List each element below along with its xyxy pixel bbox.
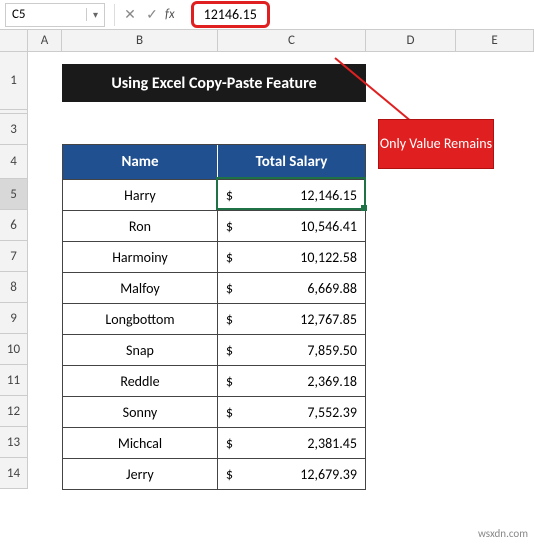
spreadsheet-grid: A B C D E 1 2 3 4 5 6 7 8 9 10 11 12 13 … — [0, 30, 534, 489]
row-header-7[interactable]: 7 — [0, 241, 27, 272]
row-headers: 1 2 3 4 5 6 7 8 9 10 11 12 13 14 — [0, 52, 28, 489]
row-header-11[interactable]: 11 — [0, 365, 27, 396]
cell-name: Ron — [63, 211, 218, 241]
row-header-10[interactable]: 10 — [0, 334, 27, 365]
enter-icon[interactable]: ✓ — [141, 6, 163, 23]
cell-name: Harmoiny — [63, 242, 218, 272]
cell-salary: $7,859.50 — [218, 335, 365, 365]
header-name: Name — [63, 145, 218, 179]
cell-salary: $12,767.85 — [218, 304, 365, 334]
data-table: Name Total Salary Harry$12,146.15 Ron$10… — [62, 144, 366, 490]
cell-salary: $12,679.39 — [218, 459, 365, 489]
cell-salary: $10,546.41 — [218, 211, 365, 241]
row-header-6[interactable]: 6 — [0, 210, 27, 241]
cell-salary: $12,146.15 — [218, 180, 365, 210]
cell-name: Michcal — [63, 428, 218, 458]
cell-name: Jerry — [63, 459, 218, 489]
cell-salary: $2,381.45 — [218, 428, 365, 458]
table-row[interactable]: Snap$7,859.50 — [63, 334, 365, 365]
formula-bar: C5 ▾ ✕ ✓ fx 12146.15 — [0, 0, 534, 30]
table-row[interactable]: Jerry$12,679.39 — [63, 458, 365, 489]
cells-area[interactable]: Using Excel Copy-Paste Feature Name Tota… — [28, 52, 534, 489]
formula-bar-value[interactable]: 12146.15 — [191, 1, 270, 28]
cell-name: Malfoy — [63, 273, 218, 303]
column-headers: A B C D E — [0, 30, 534, 52]
table-row[interactable]: Ron$10,546.41 — [63, 210, 365, 241]
cell-name: Harry — [63, 180, 218, 210]
select-all-corner[interactable] — [0, 30, 28, 51]
table-row[interactable]: Malfoy$6,669.88 — [63, 272, 365, 303]
cell-salary: $2,369.18 — [218, 366, 365, 396]
cell-salary: $6,669.88 — [218, 273, 365, 303]
fx-icon[interactable]: fx — [165, 7, 175, 22]
table-header: Name Total Salary — [63, 145, 365, 179]
header-salary: Total Salary — [218, 145, 365, 179]
cell-salary: $7,552.39 — [218, 397, 365, 427]
row-header-8[interactable]: 8 — [0, 272, 27, 303]
row-header-9[interactable]: 9 — [0, 303, 27, 334]
row-header-14[interactable]: 14 — [0, 458, 27, 489]
table-row[interactable]: Sonny$7,552.39 — [63, 396, 365, 427]
cell-name: Sonny — [63, 397, 218, 427]
col-header-B[interactable]: B — [62, 30, 218, 51]
table-row[interactable]: Michcal$2,381.45 — [63, 427, 365, 458]
cell-name: Snap — [63, 335, 218, 365]
row-header-4[interactable]: 4 — [0, 145, 27, 179]
cancel-icon[interactable]: ✕ — [119, 6, 141, 23]
name-box[interactable]: C5 ▾ — [5, 3, 105, 27]
separator — [114, 4, 115, 26]
table-row[interactable]: Harry$12,146.15 — [63, 179, 365, 210]
row-header-13[interactable]: 13 — [0, 427, 27, 458]
col-header-E[interactable]: E — [456, 30, 534, 51]
cell-name: Longbottom — [63, 304, 218, 334]
name-box-value: C5 — [6, 7, 86, 22]
row-header-5[interactable]: 5 — [0, 179, 27, 210]
title-block: Using Excel Copy-Paste Feature — [62, 64, 366, 102]
name-box-dropdown-icon[interactable]: ▾ — [86, 8, 104, 21]
row-header-12[interactable]: 12 — [0, 396, 27, 427]
table-row[interactable]: Reddle$2,369.18 — [63, 365, 365, 396]
row-header-3[interactable]: 3 — [0, 114, 27, 145]
table-row[interactable]: Longbottom$12,767.85 — [63, 303, 365, 334]
watermark: wsxdn.com — [478, 527, 528, 540]
cell-salary: $10,122.58 — [218, 242, 365, 272]
col-header-C[interactable]: C — [218, 30, 366, 51]
cell-name: Reddle — [63, 366, 218, 396]
row-header-1[interactable]: 1 — [0, 52, 27, 110]
col-header-A[interactable]: A — [28, 30, 62, 51]
table-row[interactable]: Harmoiny$10,122.58 — [63, 241, 365, 272]
col-header-D[interactable]: D — [366, 30, 456, 51]
callout-box: Only Value Remains — [378, 119, 494, 169]
